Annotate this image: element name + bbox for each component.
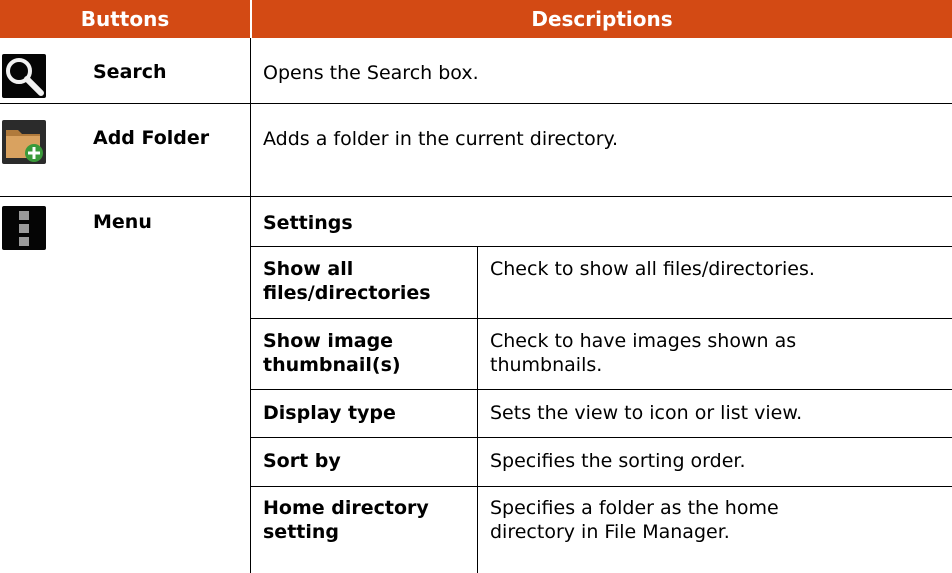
buttons-descriptions-table: Buttons Descriptions Search Opens the Se…: [0, 0, 952, 573]
settings-heading: Settings: [263, 212, 353, 234]
setting-description: Sets the view to icon or list view.: [490, 402, 803, 424]
row-divider: [251, 486, 952, 487]
add-folder-button-label: Add Folder: [93, 127, 210, 149]
header-buttons: Buttons: [0, 0, 250, 38]
setting-option: Home directory setting: [263, 497, 429, 543]
row-divider: [251, 437, 952, 438]
setting-option: Show image thumbnail(s): [263, 330, 401, 376]
row-divider: [251, 318, 952, 319]
setting-option: Show all files/directories: [263, 258, 431, 304]
row-divider: [251, 389, 952, 390]
add-folder-icon: [2, 120, 46, 164]
row-divider: [0, 196, 952, 197]
search-button-label: Search: [93, 61, 167, 83]
setting-description: Check to have images shown as thumbnails…: [490, 330, 797, 376]
setting-option: Sort by: [263, 450, 341, 472]
menu-icon: [2, 206, 46, 250]
row-divider: [251, 246, 952, 247]
header-descriptions: Descriptions: [252, 0, 952, 38]
row-divider: [0, 103, 952, 104]
add-folder-description: Adds a folder in the current directory.: [263, 128, 619, 150]
setting-option: Display type: [263, 402, 396, 424]
setting-description: Check to show all files/directories.: [490, 258, 815, 280]
search-icon: [2, 54, 46, 98]
search-description: Opens the Search box.: [263, 62, 479, 84]
setting-description: Specifies the sorting order.: [490, 450, 746, 472]
column-divider-main: [250, 38, 251, 573]
menu-button-label: Menu: [93, 211, 152, 233]
column-divider-settings: [477, 246, 478, 573]
setting-description: Specifies a folder as the home directory…: [490, 497, 779, 543]
